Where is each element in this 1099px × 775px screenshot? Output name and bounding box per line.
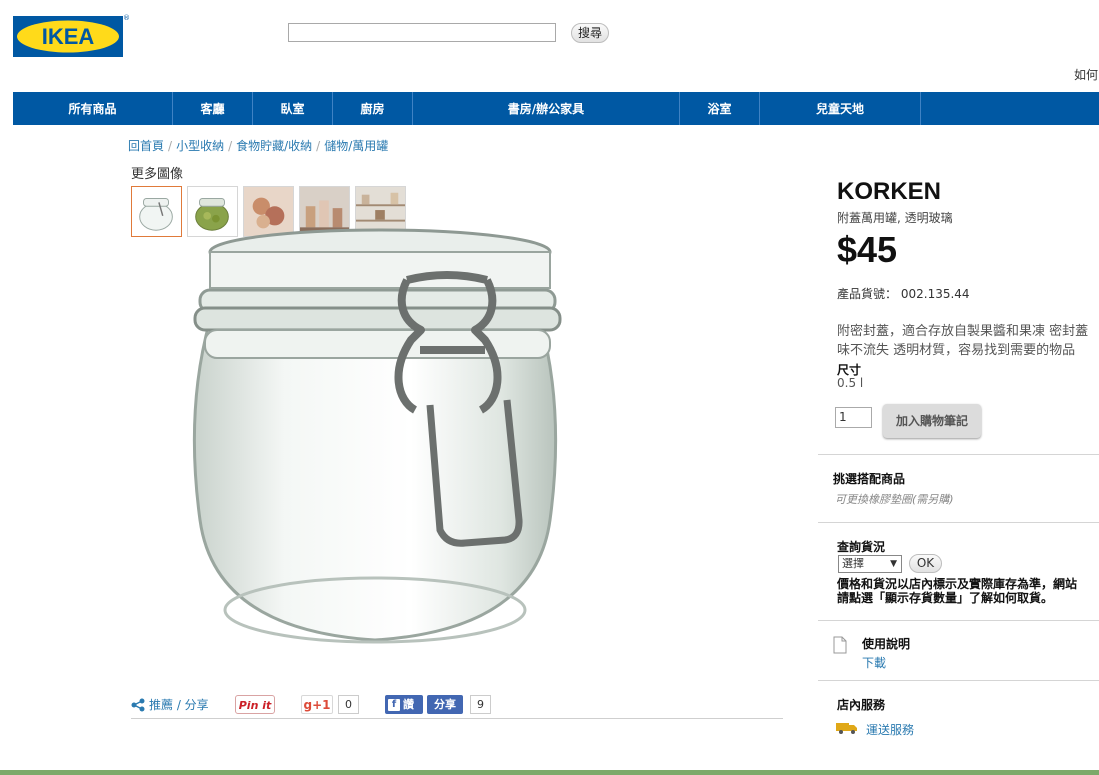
matching-products-title: 挑選搭配商品 [833, 472, 906, 486]
more-images-label: 更多圖像 [131, 167, 184, 182]
article-value: 002.135.44 [900, 287, 970, 301]
nav-item-kitchen[interactable]: 廚房 [333, 92, 413, 125]
section-divider [818, 620, 1099, 621]
pinterest-button[interactable]: Pin it [235, 695, 275, 714]
store-services-title: 店內服務 [837, 698, 886, 712]
document-icon [833, 636, 847, 654]
article-label: 產品貨號： [837, 287, 898, 301]
size-value: 0.5 l [837, 376, 864, 390]
stock-ok-button[interactable]: OK [909, 554, 942, 573]
facebook-share-button[interactable]: 分享 [427, 695, 463, 714]
nav-item-bathroom[interactable]: 浴室 [680, 92, 760, 125]
section-divider [818, 522, 1099, 523]
product-image-jar [192, 228, 562, 644]
product-price: $45 [837, 229, 898, 270]
product-name: KORKEN [837, 178, 942, 205]
breadcrumb-separator: / [168, 139, 173, 153]
store-select-value: 選擇 [842, 557, 864, 570]
facebook-like-button[interactable]: f 讚 [385, 695, 423, 714]
nav-item-all-products[interactable]: 所有商品 [13, 92, 173, 125]
registered-mark: ® [123, 14, 130, 22]
nav-item-children[interactable]: 兒童天地 [760, 92, 921, 125]
truck-icon [836, 723, 857, 734]
stock-check-title: 查詢貨況 [837, 540, 886, 554]
gplus-button[interactable]: g+1 [301, 695, 333, 714]
section-divider [818, 680, 1099, 681]
quantity-input[interactable]: 1 [835, 407, 872, 428]
delivery-service-link[interactable]: 運送服務 [866, 721, 914, 738]
manual-download-link[interactable]: 下載 [862, 654, 886, 671]
recommend-share-link[interactable]: 推薦 / 分享 [149, 696, 209, 713]
breadcrumb-separator: / [228, 139, 233, 153]
facebook-like-label: 讚 [403, 698, 414, 711]
nav-item-study-office[interactable]: 書房/辦公家具 [413, 92, 680, 125]
logo-text: IKEA [42, 24, 95, 49]
stock-note: 價格和貨況以店內標示及實際庫存為準，網站 請點選「顯示存貨數量」了解如何取貨。 [837, 577, 1099, 605]
matching-products-note[interactable]: 可更換橡膠墊圈(需另購) [835, 491, 954, 507]
add-to-shopping-list-button[interactable]: 加入購物筆記 [883, 404, 981, 438]
facebook-icon: f [388, 698, 400, 711]
breadcrumb-separator: / [316, 139, 321, 153]
gplus-count: 0 [338, 695, 359, 714]
breadcrumb-jars[interactable]: 儲物/萬用罐 [324, 139, 388, 153]
manual-title: 使用說明 [862, 637, 911, 651]
dropdown-arrow-icon: ▼ [890, 559, 897, 569]
search-button[interactable]: 搜尋 [571, 23, 609, 43]
share-divider [131, 718, 783, 719]
description-line: 附密封蓋，適合存放自製果醬和果凍 密封蓋 [837, 324, 1089, 339]
breadcrumb-food-storage[interactable]: 食物貯藏/收納 [236, 139, 312, 153]
breadcrumb-home[interactable]: 回首頁 [128, 139, 164, 153]
bottom-strip [0, 770, 1099, 775]
stock-note-line: 請點選「顯示存貨數量」了解如何取貨。 [837, 591, 1054, 605]
store-select[interactable]: 選擇 ▼ [838, 555, 902, 573]
breadcrumb-small-storage[interactable]: 小型收納 [176, 139, 224, 153]
product-description: 附密封蓋，適合存放自製果醬和果凍 密封蓋 味不流失 透明材質，容易找到需要的物品 [837, 322, 1099, 360]
nav-item-bedroom[interactable]: 臥室 [253, 92, 333, 125]
facebook-share-count: 9 [470, 695, 491, 714]
stock-note-line: 價格和貨況以店內標示及實際庫存為準，網站 [837, 577, 1078, 591]
product-subtitle: 附蓋萬用罐, 透明玻璃 [837, 211, 953, 225]
share-icon [131, 698, 145, 711]
main-nav: 所有商品 客廳 臥室 廚房 書房/辦公家具 浴室 兒童天地 [13, 92, 1099, 125]
search-input[interactable] [288, 23, 556, 42]
ikea-logo[interactable]: IKEA [13, 16, 123, 57]
howto-link[interactable]: 如何 [1074, 66, 1098, 83]
description-line: 味不流失 透明材質，容易找到需要的物品 [837, 343, 1076, 358]
share-bar[interactable]: 推薦 / 分享 [131, 696, 209, 713]
breadcrumb: 回首頁 / 小型收納 / 食物貯藏/收納 / 儲物/萬用罐 [128, 137, 388, 154]
nav-item-living-room[interactable]: 客廳 [173, 92, 253, 125]
section-divider [818, 454, 1099, 455]
article-number: 產品貨號： 002.135.44 [837, 285, 970, 302]
